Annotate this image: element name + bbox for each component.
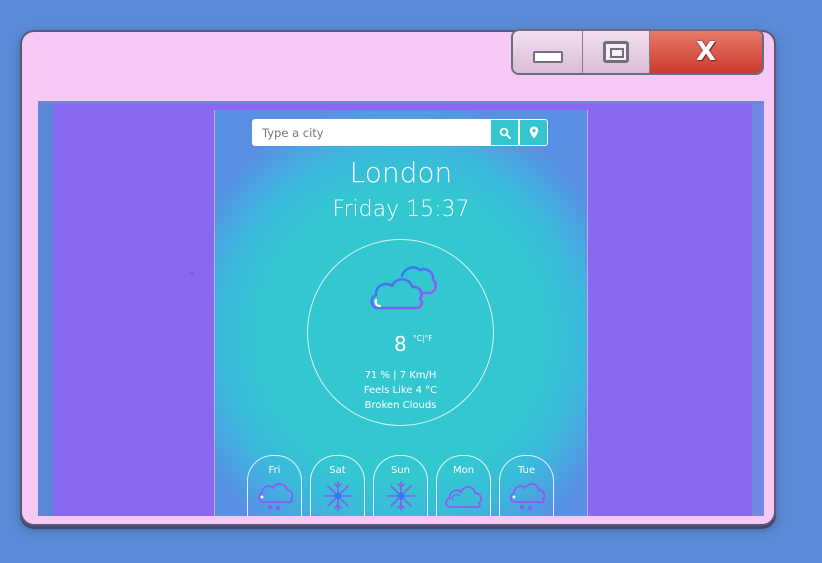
forecast-day-name: Mon: [452, 465, 475, 476]
close-button[interactable]: X: [650, 31, 762, 73]
forecast-day: Mon: [436, 455, 491, 516]
cloud-icon: [444, 485, 482, 509]
search-button[interactable]: [490, 119, 519, 146]
maximize-button[interactable]: [583, 31, 650, 73]
current-datetime: Friday 15:37: [332, 197, 470, 222]
cloud-snow-icon: [257, 483, 293, 511]
search-icon: [499, 127, 511, 139]
forecast-day-name: Sun: [390, 465, 411, 476]
weather-description: Broken Clouds: [364, 400, 437, 411]
humidity-wind: 71 % | 7 Km/H: [364, 370, 437, 381]
temperature-value: 8: [394, 332, 407, 356]
city-name: London: [349, 156, 453, 189]
viewport-left-strip: [38, 104, 54, 516]
forecast-day-name: Sat: [329, 465, 346, 476]
current-weather-panel: 8 °C|°F 71 % | 7 Km/H Feels Like 4 °C Br…: [307, 239, 494, 426]
cloud-snow-icon: [509, 483, 545, 511]
location-pin-icon: [529, 126, 538, 139]
maximize-icon: [603, 41, 629, 63]
feels-like: Feels Like 4 °C: [363, 385, 438, 396]
weather-details: 71 % | 7 Km/H Feels Like 4 °C Broken Clo…: [308, 368, 493, 413]
forecast-day: Sun: [373, 455, 428, 516]
search-bar: [252, 119, 548, 146]
current-location-button[interactable]: [519, 119, 548, 146]
close-icon: X: [695, 37, 717, 67]
broken-clouds-icon: [370, 266, 437, 310]
decorative-plus: +: [188, 268, 197, 279]
weather-app: London Friday 15:37 8 °C|°F: [214, 110, 588, 516]
unit-toggle[interactable]: °C|°F: [413, 334, 433, 343]
page-viewport: + London Friday 15:37: [38, 101, 764, 516]
forecast-day-name: Fri: [268, 465, 281, 476]
minimize-icon: [532, 51, 563, 63]
viewport-right-strip: [752, 104, 764, 516]
window-controls: X: [511, 29, 764, 75]
forecast-day: Fri: [247, 455, 302, 516]
forecast-day: Sat: [310, 455, 365, 516]
city-search-input[interactable]: [252, 119, 490, 146]
forecast-day: Tue: [499, 455, 554, 516]
forecast-day-name: Tue: [517, 465, 536, 476]
forecast-row: Fri Sat Sun Mon Tue: [247, 455, 554, 516]
snowflake-icon: [385, 481, 416, 511]
browser-window: X + Lo: [20, 29, 776, 526]
minimize-button[interactable]: [513, 31, 583, 73]
snowflake-icon: [322, 481, 353, 511]
